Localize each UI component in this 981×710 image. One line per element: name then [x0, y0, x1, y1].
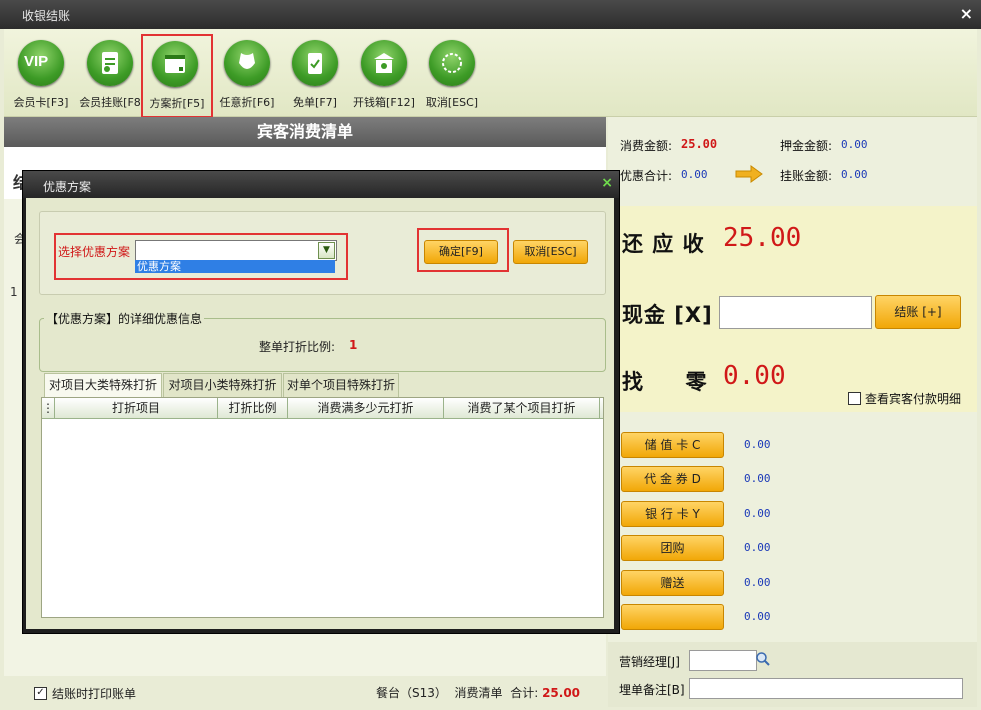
charge-value: 0.00	[841, 168, 868, 181]
scheme-discount-icon	[165, 55, 185, 73]
total-label: 合计:	[510, 686, 539, 700]
scheme-discount-label: 方案折[F5]	[149, 97, 205, 110]
consume-label: 消费金额:	[620, 139, 673, 153]
bank-card-button[interactable]: 银 行 卡 Y	[621, 501, 724, 527]
table-label: 餐台（S13）	[376, 686, 447, 700]
detail-tabs: 对项目大类特殊打折 对项目小类特殊打折 对单个项目特殊打折	[41, 373, 602, 398]
stored-value-card-button[interactable]: 储 值 卡 C	[621, 432, 724, 458]
arrow-right-icon	[735, 165, 763, 183]
guest-detail-label: 查看宾客付款明细	[865, 392, 962, 406]
free-order-button[interactable]: 免单[F7]	[281, 33, 349, 113]
cash-label: 现金 [X]	[622, 303, 713, 327]
vip-card-button[interactable]: VIP 会员卡[F3]	[7, 33, 75, 113]
select-scheme-label: 选择优惠方案	[58, 245, 131, 259]
window-close-icon[interactable]: ×	[960, 4, 973, 23]
consume-value: 25.00	[681, 137, 718, 151]
due-value: 25.00	[723, 223, 802, 253]
settlement-pane: 消费金额: 25.00 押金金额: 0.00 优惠合计: 0.00 挂账金额: …	[608, 117, 977, 707]
any-discount-icon	[239, 53, 255, 69]
scheme-discount-button[interactable]: 方案折[F5]	[141, 34, 213, 118]
tab-category-discount[interactable]: 对项目大类特殊打折	[44, 373, 162, 398]
cancel-label: 取消[ESC]	[425, 96, 479, 109]
col-discount-item[interactable]: 打折项目	[55, 398, 218, 418]
cancel-icon	[442, 53, 462, 73]
payment-panel: 储 值 卡 C 0.00 代 金 券 D 0.00 银 行 卡 Y 0.00 团…	[608, 412, 977, 642]
cash-input[interactable]	[719, 296, 872, 329]
free-order-icon	[308, 53, 322, 74]
dialog-body: 选择优惠方案 ▼ 优惠方案 确定[F9] 取消[ESC] 【优惠方案】的详细优惠…	[26, 198, 614, 629]
gift-button[interactable]: 赠送	[621, 570, 724, 596]
bill-partial-label-3: 1	[10, 285, 18, 299]
tab-item-discount[interactable]: 对单个项目特殊打折	[283, 373, 399, 397]
cancel-button[interactable]: 取消[ESC]	[418, 33, 486, 113]
remark-label: 埋单备注[B]	[619, 683, 685, 697]
grid-menu-icon[interactable]: ⋮	[42, 398, 55, 418]
dialog-cancel-button[interactable]: 取消[ESC]	[513, 240, 588, 264]
cash-box-button[interactable]: 开钱箱[F12]	[350, 33, 418, 113]
col-discount-ratio[interactable]: 打折比例	[218, 398, 288, 418]
member-account-button[interactable]: 会员挂账[F8	[76, 33, 144, 113]
charge-label: 挂账金额:	[780, 169, 833, 183]
free-order-label: 免单[F7]	[293, 96, 337, 109]
print-bill-label: 结账时打印账单	[52, 687, 137, 701]
change-label: 找 零	[622, 370, 708, 394]
scheme-detail-title: 【优惠方案】的详细优惠信息	[44, 310, 205, 327]
deposit-value: 0.00	[841, 138, 868, 151]
member-account-icon	[102, 52, 118, 74]
any-discount-button[interactable]: 任意折[F6]	[213, 33, 281, 113]
vip-icon: VIP	[24, 53, 49, 70]
remark-input[interactable]	[689, 678, 963, 699]
group-buy-value: 0.00	[744, 541, 771, 554]
voucher-value: 0.00	[744, 472, 771, 485]
group-buy-button[interactable]: 团购	[621, 535, 724, 561]
bank-card-value: 0.00	[744, 507, 771, 520]
ratio-label: 整单打折比例:	[259, 340, 336, 354]
scheme-combo[interactable]: ▼	[135, 240, 337, 261]
guest-detail-checkbox[interactable]	[848, 392, 861, 405]
blank-payment-value: 0.00	[744, 610, 771, 623]
dropdown-item-scheme[interactable]: 优惠方案	[135, 260, 335, 273]
toolbar: VIP 会员卡[F3] 会员挂账[F8 方案折[F5] 任意折[F6] 免单[F…	[4, 29, 977, 118]
gift-value: 0.00	[744, 576, 771, 589]
dialog-close-icon[interactable]: ×	[601, 175, 613, 191]
search-icon[interactable]	[755, 651, 771, 667]
title-bar: 收银结账 ×	[0, 0, 981, 29]
bill-footer: ✓ 结账时打印账单 餐台（S13） 消费清单 合计: 25.00	[4, 676, 606, 707]
manager-label-text: 营销经理[J]	[619, 655, 680, 669]
dialog-title-bar: 优惠方案 ×	[23, 171, 619, 198]
bill-total: 餐台（S13） 消费清单 合计: 25.00	[376, 684, 580, 701]
discount-value: 0.00	[681, 168, 708, 181]
discount-label: 优惠合计:	[620, 169, 673, 183]
print-bill-checkbox[interactable]: ✓	[34, 687, 47, 700]
discount-scheme-dialog: 优惠方案 × 选择优惠方案 ▼ 优惠方案 确定[F9] 取消[ESC] 【优惠方…	[22, 170, 620, 634]
due-label: 还 应 收	[622, 232, 705, 256]
deposit-label: 押金金额:	[780, 139, 833, 153]
remark-panel: 营销经理[J] 埋单备注[B]	[608, 642, 977, 707]
ratio-value: 1	[349, 338, 358, 352]
tab-subcategory-discount[interactable]: 对项目小类特殊打折	[163, 373, 282, 397]
window-title: 收银结账	[22, 9, 71, 23]
bill-title: 宾客消费清单	[4, 117, 606, 147]
stored-value-card-value: 0.00	[744, 438, 771, 451]
summary-panel: 消费金额: 25.00 押金金额: 0.00 优惠合计: 0.00 挂账金额: …	[608, 117, 977, 206]
change-value: 0.00	[723, 361, 786, 391]
due-panel: 还 应 收 25.00 现金 [X] 结账 [+] 找 零 0.00 查看宾客付…	[608, 206, 977, 412]
settle-button[interactable]: 结账 [+]	[875, 295, 961, 329]
cash-box-icon	[374, 53, 394, 73]
grid-header: ⋮ 打折项目 打折比例 消费满多少元打折 消费了某个项目打折	[42, 398, 603, 419]
vip-card-label: 会员卡[F3]	[13, 96, 69, 109]
list-label: 消费清单	[454, 686, 503, 700]
confirm-button[interactable]: 确定[F9]	[424, 240, 498, 264]
voucher-button[interactable]: 代 金 券 D	[621, 466, 724, 492]
col-min-spend[interactable]: 消费满多少元打折	[288, 398, 444, 418]
dialog-title: 优惠方案	[43, 180, 92, 194]
chevron-down-icon[interactable]: ▼	[318, 242, 335, 259]
manager-input[interactable]	[689, 650, 757, 671]
checkout-window: 收银结账 × VIP 会员卡[F3] 会员挂账[F8 方案折[F5] 任意折[F…	[0, 0, 981, 710]
blank-payment-button[interactable]	[621, 604, 724, 630]
col-item-trigger[interactable]: 消费了某个项目打折	[444, 398, 600, 418]
discount-grid: ⋮ 打折项目 打折比例 消费满多少元打折 消费了某个项目打折	[41, 397, 604, 618]
total-value: 25.00	[542, 686, 581, 700]
